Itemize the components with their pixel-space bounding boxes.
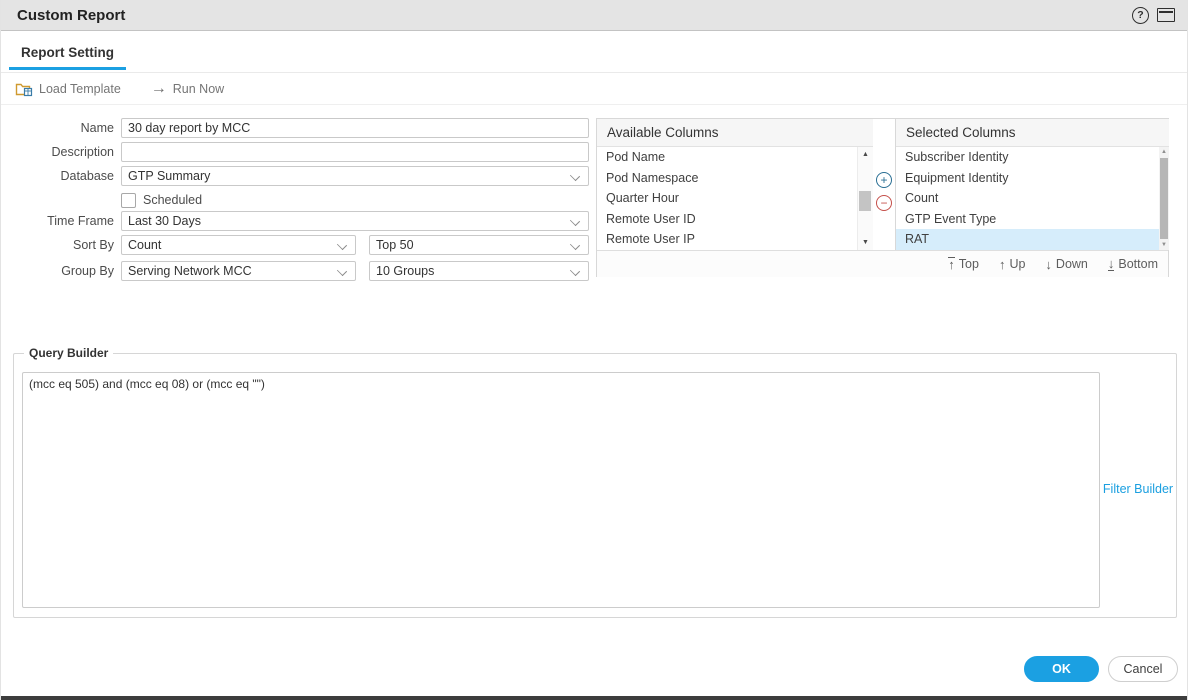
database-select[interactable]: GTP Summary (121, 166, 589, 186)
selected-columns-header: Selected Columns (896, 119, 1169, 147)
load-template-folder-icon (15, 81, 33, 97)
load-template-button[interactable]: Load Template (15, 81, 121, 97)
sort-by-select-value: Count (128, 238, 161, 252)
chevron-down-icon (570, 171, 580, 181)
sort-by-select[interactable]: Count (121, 235, 356, 255)
selected-columns-list: Subscriber Identity Equipment Identity C… (896, 147, 1169, 250)
tab-report-setting[interactable]: Report Setting (9, 45, 126, 70)
time-frame-select-value: Last 30 Days (128, 214, 201, 228)
name-input[interactable] (121, 118, 589, 138)
move-up-icon: ↑ (999, 258, 1006, 271)
list-item[interactable]: Equipment Identity (896, 168, 1169, 189)
chevron-down-icon (570, 216, 580, 226)
name-row: Name (1, 118, 596, 138)
tab-bar: Report Setting (1, 44, 1187, 73)
page-title: Custom Report (17, 7, 125, 24)
run-now-label: Run Now (173, 82, 224, 96)
move-top-icon: ↑ (948, 257, 955, 271)
maximize-icon[interactable] (1157, 8, 1175, 22)
remove-column-button[interactable]: − (876, 195, 892, 211)
group-by-limit-value: 10 Groups (376, 264, 434, 278)
list-item[interactable]: Count (896, 188, 1169, 209)
chevron-down-icon (337, 240, 347, 250)
query-builder-legend: Query Builder (24, 346, 113, 360)
description-row: Description (1, 142, 596, 162)
move-bottom-button[interactable]: ↓ Bottom (1108, 257, 1158, 271)
scheduled-row: Scheduled (121, 190, 202, 210)
time-frame-select[interactable]: Last 30 Days (121, 211, 589, 231)
database-row: Database GTP Summary (1, 166, 596, 186)
list-item-selected[interactable]: RAT (896, 229, 1169, 250)
group-by-label: Group By (1, 264, 114, 278)
list-item[interactable]: Remote User ID (597, 209, 873, 230)
move-down-icon: ↓ (1045, 258, 1052, 271)
group-by-limit-select[interactable]: 10 Groups (369, 261, 589, 281)
column-move-strip: + − (873, 119, 895, 250)
list-item[interactable]: GTP Event Type (896, 209, 1169, 230)
ok-button[interactable]: OK (1024, 656, 1099, 682)
filter-builder-link[interactable]: Filter Builder (1100, 360, 1176, 617)
chevron-down-icon (337, 266, 347, 276)
time-frame-row: Time Frame Last 30 Days (1, 211, 596, 231)
move-down-button[interactable]: ↓ Down (1045, 257, 1087, 271)
move-up-button[interactable]: ↑ Up (999, 257, 1025, 271)
sort-by-limit-value: Top 50 (376, 238, 414, 252)
selected-scrollbar[interactable]: ▲ ▼ (1159, 147, 1169, 250)
name-label: Name (1, 121, 114, 135)
scrollbar-thumb[interactable] (859, 191, 871, 211)
move-bottom-icon: ↓ (1108, 257, 1115, 271)
list-item[interactable]: Remote User IP (597, 229, 873, 250)
scheduled-checkbox[interactable] (121, 193, 136, 208)
description-label: Description (1, 145, 114, 159)
database-select-value: GTP Summary (128, 169, 210, 183)
run-now-arrow-icon: → (151, 81, 167, 97)
window-bottom-edge (1, 696, 1187, 700)
list-item[interactable]: Subscriber Identity (896, 147, 1169, 168)
list-item[interactable]: Quarter Hour (597, 188, 873, 209)
sort-by-limit-select[interactable]: Top 50 (369, 235, 589, 255)
scrollbar-thumb[interactable] (1160, 158, 1168, 239)
query-builder-section: Query Builder (mcc eq 505) and (mcc eq 0… (13, 346, 1177, 618)
query-input[interactable]: (mcc eq 505) and (mcc eq 08) or (mcc eq … (22, 372, 1100, 608)
scheduled-label: Scheduled (143, 193, 202, 207)
scroll-up-icon[interactable]: ▲ (858, 151, 873, 158)
list-item[interactable]: Pod Name (597, 147, 873, 168)
column-move-footer: ↑ Top ↑ Up ↓ Down ↓ Bottom (597, 250, 1168, 277)
sort-by-label: Sort By (1, 238, 114, 252)
chevron-down-icon (570, 240, 580, 250)
help-icon[interactable]: ? (1132, 7, 1149, 24)
move-top-label: Top (959, 257, 979, 271)
available-scrollbar[interactable]: ▲ ▼ (857, 147, 873, 250)
selected-columns-panel: Selected Columns Subscriber Identity Equ… (895, 119, 1169, 250)
titlebar-icons: ? (1132, 7, 1175, 24)
time-frame-label: Time Frame (1, 214, 114, 228)
scroll-down-icon[interactable]: ▼ (1159, 242, 1169, 248)
move-top-button[interactable]: ↑ Top (948, 257, 979, 271)
run-now-button[interactable]: → Run Now (151, 81, 224, 97)
load-template-label: Load Template (39, 82, 121, 96)
move-up-label: Up (1009, 257, 1025, 271)
group-by-row: Group By Serving Network MCC 10 Groups (1, 261, 596, 281)
sort-by-row: Sort By Count Top 50 (1, 235, 596, 255)
group-by-select-value: Serving Network MCC (128, 264, 252, 278)
add-column-button[interactable]: + (876, 172, 892, 188)
toolbar: Load Template → Run Now (1, 73, 1187, 105)
available-columns-header: Available Columns (597, 119, 873, 147)
title-bar: Custom Report ? (1, 0, 1187, 31)
cancel-button[interactable]: Cancel (1108, 656, 1178, 682)
database-label: Database (1, 169, 114, 183)
group-by-select[interactable]: Serving Network MCC (121, 261, 356, 281)
list-item[interactable]: Pod Namespace (597, 168, 873, 189)
available-columns-panel: Available Columns Pod Name Pod Namespace… (597, 119, 874, 250)
move-down-label: Down (1056, 257, 1088, 271)
scroll-up-icon[interactable]: ▲ (1159, 149, 1169, 155)
chevron-down-icon (570, 266, 580, 276)
move-bottom-label: Bottom (1118, 257, 1158, 271)
scroll-down-icon[interactable]: ▼ (858, 239, 873, 246)
available-columns-list: Pod Name Pod Namespace Quarter Hour Remo… (597, 147, 873, 250)
custom-report-dialog: Custom Report ? Report Setting Load Temp… (0, 0, 1188, 700)
description-input[interactable] (121, 142, 589, 162)
column-picker: Available Columns Pod Name Pod Namespace… (596, 118, 1169, 277)
